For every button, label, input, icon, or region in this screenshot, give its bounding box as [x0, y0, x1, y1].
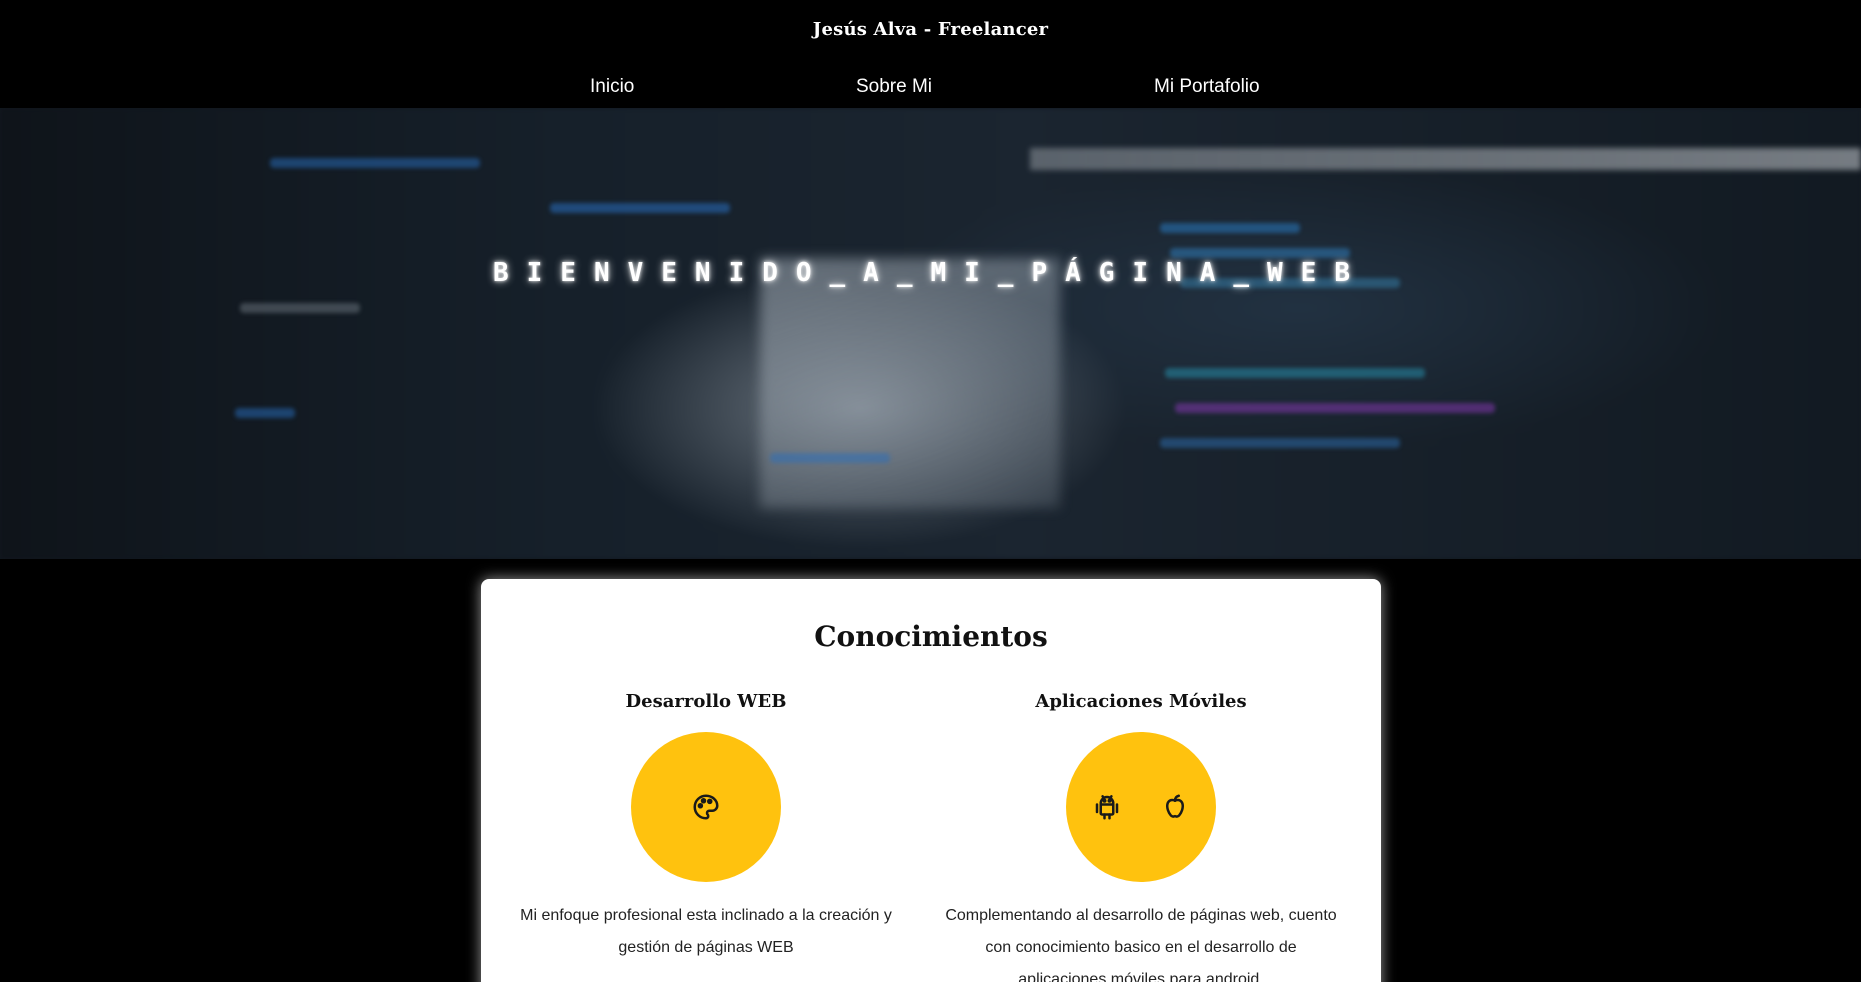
hero-background-detail	[1165, 368, 1425, 378]
knowledge-item-web-development: Desarrollo WEB Mi enfoque profesional es…	[501, 691, 911, 964]
hero-welcome-title: BIENVENIDO_A_MI_PÁGINA_WEB	[493, 258, 1368, 288]
nav-link-mi-portafolio[interactable]: Mi Portafolio	[1154, 76, 1260, 98]
knowledge-item-description: Complementando al desarrollo de páginas …	[945, 907, 1337, 982]
knowledge-card: Conocimientos Desarrollo WEB Mi enfoque …	[481, 579, 1381, 982]
nav-link-sobre-mi[interactable]: Sobre Mi	[856, 76, 932, 98]
hero-background-detail	[770, 453, 890, 463]
palette-icon	[691, 792, 721, 822]
knowledge-item-mobile-apps: Aplicaciones Móviles Complementando al d…	[936, 691, 1346, 982]
hero-background-detail	[1160, 223, 1300, 233]
hero-background-detail	[270, 158, 480, 168]
knowledge-item-description: Mi enfoque profesional esta inclinado a …	[520, 907, 892, 956]
knowledge-item-title: Aplicaciones Móviles	[1035, 691, 1247, 712]
nav-link-inicio[interactable]: Inicio	[590, 76, 634, 98]
page: Jesús Alva - Freelancer Inicio Sobre Mi …	[0, 0, 1861, 982]
android-icon	[1092, 792, 1122, 822]
hero-background-detail	[550, 203, 730, 213]
knowledge-icon-circle	[1066, 732, 1216, 882]
site-header: Jesús Alva - Freelancer Inicio Sobre Mi …	[0, 0, 1861, 108]
hero-banner: BIENVENIDO_A_MI_PÁGINA_WEB	[0, 108, 1861, 559]
hero-background-detail	[1170, 248, 1350, 258]
site-title: Jesús Alva - Freelancer	[812, 19, 1049, 40]
hero-background-detail	[235, 408, 295, 418]
hero-background-detail	[1160, 438, 1400, 448]
knowledge-title: Conocimientos	[814, 620, 1048, 653]
knowledge-item-title: Desarrollo WEB	[625, 691, 787, 712]
hero-background-detail	[1175, 403, 1495, 413]
hero-background-detail	[240, 303, 360, 313]
apple-icon	[1160, 792, 1190, 822]
hero-background-detail	[1030, 148, 1861, 170]
main-nav: Inicio Sobre Mi Mi Portafolio	[0, 76, 1861, 102]
hero-background-detail	[760, 258, 1060, 508]
knowledge-icon-circle	[631, 732, 781, 882]
